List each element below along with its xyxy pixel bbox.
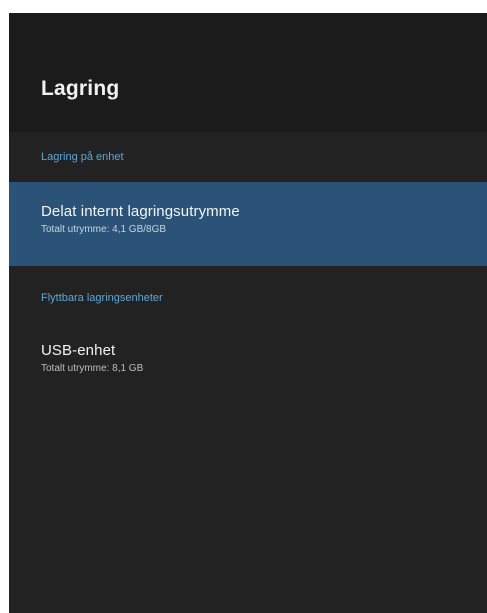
page-header: Lagring: [9, 13, 487, 132]
storage-item-title: USB-enhet: [41, 342, 116, 359]
storage-item-usb[interactable]: USB-enhet Totalt utrymme: 8,1 GB: [9, 331, 487, 401]
storage-item-internal[interactable]: Delat internt lagringsutrymme Totalt utr…: [9, 182, 487, 266]
section-header-device-storage: Lagring på enhet: [41, 151, 124, 163]
page-title: Lagring: [41, 77, 120, 100]
storage-item-subtitle: Totalt utrymme: 8,1 GB: [41, 363, 144, 374]
section-header-removable-storage: Flyttbara lagringsenheter: [41, 292, 163, 304]
settings-screen: Lagring Lagring på enhet Delat internt l…: [9, 13, 487, 613]
storage-item-subtitle: Totalt utrymme: 4,1 GB/8GB: [41, 224, 167, 235]
storage-item-title: Delat internt lagringsutrymme: [41, 203, 240, 220]
